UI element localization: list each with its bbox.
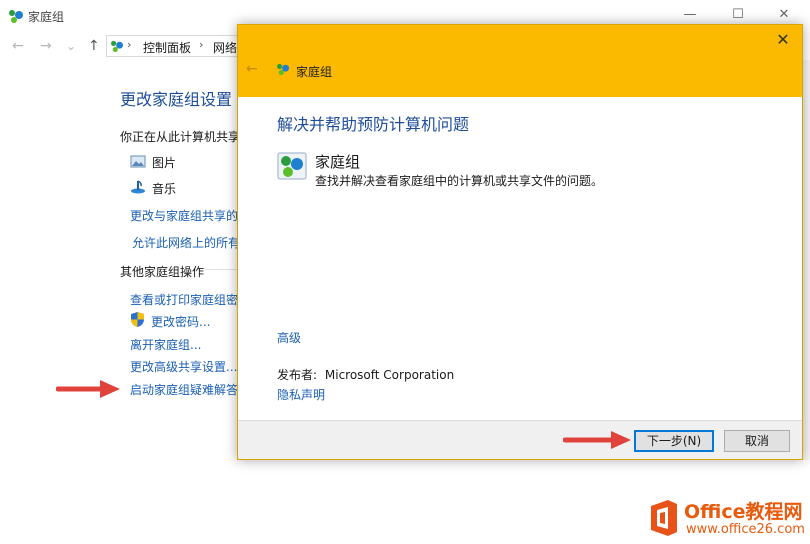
section-divider [206, 269, 240, 270]
view-print-password-link[interactable]: 查看或打印家庭组密 [130, 291, 238, 308]
homegroup-icon [9, 10, 23, 23]
troubleshooter-dialog: ✕ ← 家庭组 解决并帮助预防计算机问题 家庭组 查找并解决查看家庭组中的计算机… [237, 24, 803, 460]
publisher-label: 发布者: [277, 368, 318, 382]
shared-item-music: 音乐 [152, 182, 177, 196]
start-troubleshooter-link[interactable]: 启动家庭组疑难解答 [130, 381, 238, 398]
troubleshooter-item-description: 查找并解决查看家庭组中的计算机或共享文件的问题。 [315, 174, 604, 188]
privacy-statement-link[interactable]: 隐私声明 [277, 386, 325, 403]
back-arrow-icon[interactable]: ← [246, 61, 258, 77]
leave-homegroup-link[interactable]: 离开家庭组... [130, 336, 201, 353]
watermark: Office教程网 www.office26.com [648, 494, 810, 544]
up-arrow-icon[interactable]: ↑ [88, 38, 100, 54]
homegroup-troubleshoot-icon [277, 152, 307, 180]
close-window-button[interactable]: ✕ [774, 6, 794, 24]
back-arrow-icon[interactable]: ← [12, 38, 24, 54]
music-icon [131, 180, 145, 194]
publisher-value: Microsoft Corporation [324, 368, 455, 382]
shared-item-pictures: 图片 [152, 156, 177, 170]
page-title: 更改家庭组设置 [120, 90, 233, 109]
homegroup-icon [111, 40, 123, 52]
allow-network-devices-link[interactable]: 允许此网络上的所有 [132, 234, 240, 251]
advanced-link[interactable]: 高级 [277, 329, 301, 346]
watermark-url: www.office26.com [686, 522, 805, 537]
close-icon[interactable]: ✕ [774, 31, 792, 49]
sharing-label: 你正在从此计算机共享 [120, 130, 241, 144]
annotation-arrow-icon [56, 380, 120, 398]
dialog-title: 家庭组 [296, 65, 333, 79]
uac-shield-icon [131, 312, 144, 327]
dialog-header: ✕ ← 家庭组 [238, 25, 802, 97]
office-logo-icon [651, 500, 677, 536]
publisher-line: 发布者: Microsoft Corporation [277, 366, 454, 383]
maximize-button[interactable]: ☐ [728, 6, 748, 24]
advanced-sharing-settings-link[interactable]: 更改高级共享设置... [130, 358, 237, 375]
change-password-link[interactable]: 更改密码... [151, 313, 210, 330]
recent-dropdown-icon[interactable]: ⌄ [66, 39, 76, 53]
annotation-arrow-icon [563, 431, 631, 449]
forward-arrow-icon[interactable]: → [40, 38, 52, 54]
troubleshooter-item-name: 家庭组 [315, 153, 361, 171]
homegroup-icon [277, 63, 289, 75]
window-title: 家庭组 [28, 10, 65, 24]
change-shared-items-link[interactable]: 更改与家庭组共享的 [130, 207, 238, 224]
breadcrumb-control-panel[interactable]: 控制面板 [143, 39, 191, 56]
chevron-right-icon: › [127, 38, 132, 51]
dialog-footer: 下一步(N) 取消 [238, 420, 802, 459]
dialog-heading: 解决并帮助预防计算机问题 [277, 115, 470, 134]
watermark-brand: Office教程网 [684, 501, 803, 523]
cancel-button[interactable]: 取消 [724, 430, 790, 452]
minimize-button[interactable]: — [680, 6, 700, 24]
pictures-icon [130, 155, 146, 168]
next-button[interactable]: 下一步(N) [634, 430, 714, 452]
breadcrumb-network[interactable]: 网络 [213, 39, 237, 56]
other-actions-heading: 其他家庭组操作 [120, 265, 205, 279]
chevron-right-icon: › [199, 38, 204, 51]
